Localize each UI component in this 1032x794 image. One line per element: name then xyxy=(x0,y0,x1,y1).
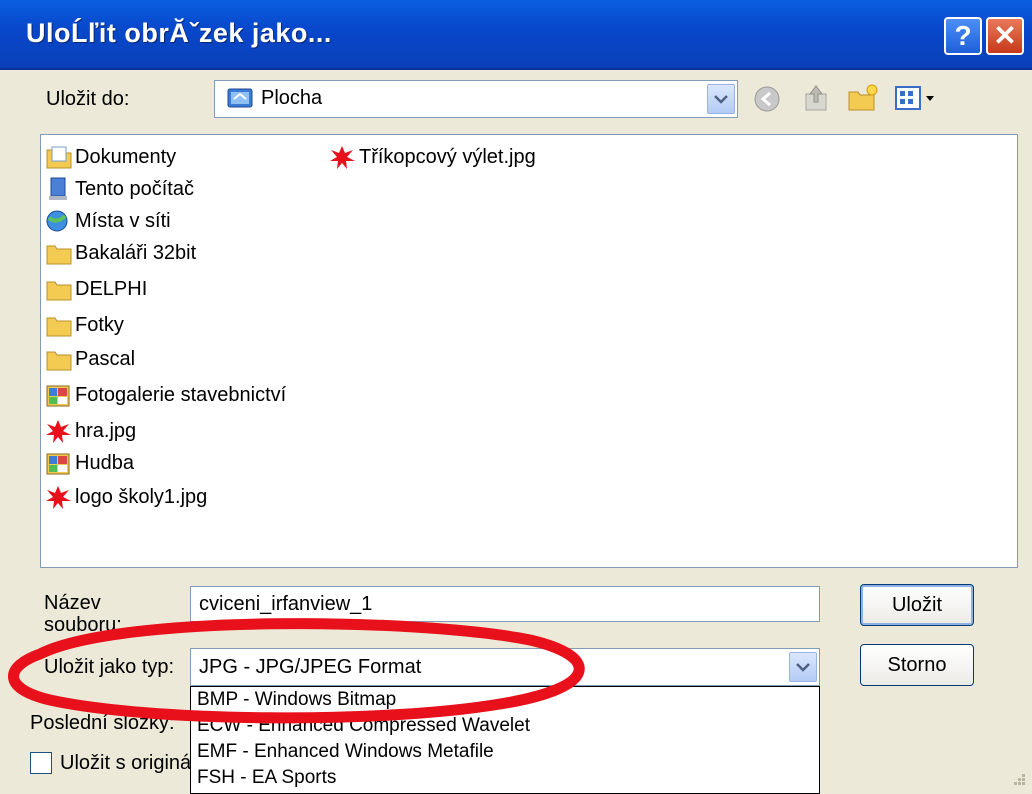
irfanview-image-icon xyxy=(46,486,71,509)
folder-icon xyxy=(46,317,72,337)
chevron-down-icon xyxy=(796,663,810,672)
list-item[interactable]: Hudba xyxy=(45,447,134,479)
filename-label: Název souboru: xyxy=(44,592,122,632)
list-item[interactable]: Tento počítač xyxy=(45,173,194,205)
save-in-dropdown-button[interactable] xyxy=(707,84,735,114)
filetype-combo[interactable]: JPG - JPG/JPEG Format xyxy=(190,648,820,686)
file-name: logo školy1.jpg xyxy=(75,485,208,508)
filename-input[interactable]: cviceni_irfanview_1 xyxy=(190,586,820,622)
recent-folders-label: Poslední složky: xyxy=(30,712,175,734)
file-name: Bakaláři 32bit xyxy=(75,241,197,264)
file-name: Fotky xyxy=(75,313,124,336)
list-item[interactable]: Fotky xyxy=(45,309,124,341)
save-in-label: Uložit do: xyxy=(46,88,130,110)
file-name: Dokumenty xyxy=(75,145,177,168)
shortcut-icon xyxy=(46,385,70,407)
resize-grip-icon[interactable] xyxy=(1006,770,1028,792)
file-name: Tříkopcový výlet.jpg xyxy=(359,145,536,168)
desktop-icon xyxy=(227,88,253,108)
list-item[interactable]: DELPHI xyxy=(45,273,147,305)
file-name: DELPHI xyxy=(75,277,148,300)
list-item[interactable]: logo školy1.jpg xyxy=(45,481,207,513)
irfanview-image-icon xyxy=(330,146,355,169)
file-name: Fotogalerie stavebnictví xyxy=(75,383,287,406)
back-icon[interactable] xyxy=(752,84,782,114)
save-original-label: Uložit s originál xyxy=(60,752,190,774)
list-item[interactable]: Tříkopcový výlet.jpg xyxy=(329,141,536,173)
filetype-option[interactable]: BMP - Windows Bitmap xyxy=(191,687,819,713)
cancel-button[interactable]: Storno xyxy=(860,644,974,686)
file-name: Hudba xyxy=(75,451,134,474)
filetype-dropdown-list[interactable]: BMP - Windows Bitmap ECW - Enhanced Comp… xyxy=(190,686,820,794)
up-folder-icon[interactable] xyxy=(800,82,832,114)
new-folder-icon[interactable] xyxy=(846,82,880,114)
folder-icon xyxy=(46,245,72,265)
window-title: UloĹľit obrĂˇzek jako... xyxy=(26,18,332,48)
title-bar[interactable]: UloĹľit obrĂˇzek jako... ? ✕ xyxy=(0,0,1032,70)
shortcut-icon xyxy=(46,453,70,475)
folder-icon xyxy=(46,281,72,301)
save-in-combo[interactable]: Plocha xyxy=(214,80,738,118)
filetype-value: JPG - JPG/JPEG Format xyxy=(199,656,422,678)
documents-folder-icon xyxy=(46,146,72,169)
filetype-dropdown-button[interactable] xyxy=(789,652,817,682)
list-item[interactable]: Bakaláři 32bit xyxy=(45,237,196,269)
network-places-icon xyxy=(46,210,68,232)
file-name: Tento počítač xyxy=(75,177,194,200)
file-name: hra.jpg xyxy=(75,419,137,442)
list-item[interactable]: Místa v síti xyxy=(45,205,171,237)
folder-icon xyxy=(46,351,72,371)
my-computer-icon xyxy=(49,177,67,200)
filetype-label: Uložit jako typ: xyxy=(44,656,175,678)
filetype-option[interactable]: EMF - Enhanced Windows Metafile xyxy=(191,739,819,765)
list-item[interactable]: Fotogalerie stavebnictví xyxy=(45,379,286,411)
filetype-option[interactable]: ECW - Enhanced Compressed Wavelet xyxy=(191,713,819,739)
view-menu-icon[interactable] xyxy=(894,84,940,114)
filetype-option[interactable]: FSH - EA Sports xyxy=(191,765,819,791)
chevron-down-icon xyxy=(714,95,728,104)
save-original-checkbox[interactable] xyxy=(30,752,52,774)
file-list[interactable]: Dokumenty Tento počítač Místa v síti Bak… xyxy=(40,134,1018,568)
list-item[interactable]: hra.jpg xyxy=(45,415,136,447)
close-button[interactable]: ✕ xyxy=(986,17,1024,55)
file-name: Pascal xyxy=(75,347,136,370)
save-in-value: Plocha xyxy=(261,87,323,109)
irfanview-image-icon xyxy=(46,420,71,443)
file-name: Místa v síti xyxy=(75,209,171,232)
list-item[interactable]: Pascal xyxy=(45,343,135,375)
save-button[interactable]: Uložit xyxy=(860,584,974,626)
help-button[interactable]: ? xyxy=(944,17,982,55)
list-item[interactable]: Dokumenty xyxy=(45,141,176,173)
